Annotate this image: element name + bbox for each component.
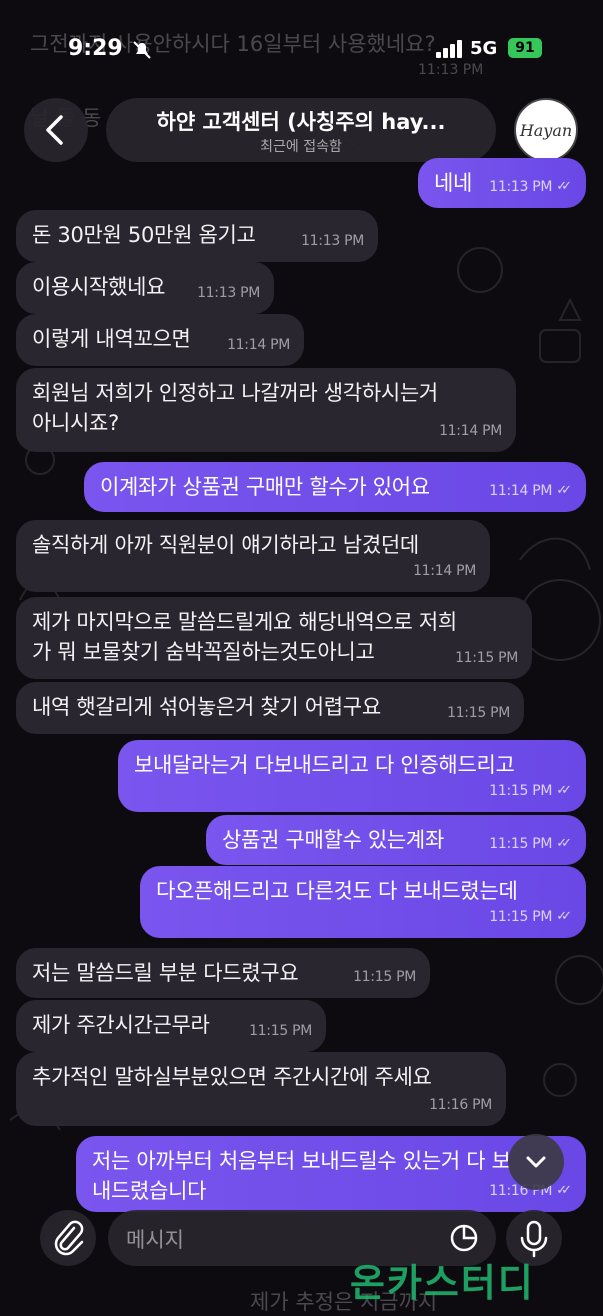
sticker-icon[interactable] <box>448 1222 480 1254</box>
message-bubble-incoming[interactable]: 추가적인 말하실부분있으면 주간시간에 주세요 11:16 PM <box>16 1052 506 1126</box>
paperclip-icon <box>54 1220 84 1256</box>
read-receipt-icon: ✓✓ <box>556 783 572 798</box>
message-bubble-incoming[interactable]: 제가 마지막으로 말씀드릴게요 해당내역으로 저희 가 뭐 보물찾기 숨박꼭질하… <box>16 597 532 679</box>
message-meta: 11:14 PM <box>439 416 502 446</box>
message-time: 11:13 PM <box>197 285 260 301</box>
message-bubble-outgoing[interactable]: 이계좌가 상품권 구매만 할수가 있어요 11:14 PM ✓✓ <box>84 462 586 512</box>
read-receipt-icon: ✓✓ <box>556 836 572 851</box>
read-receipt-icon: ✓✓ <box>556 909 572 924</box>
read-receipt-icon: ✓✓ <box>556 483 572 498</box>
message-bubble-incoming[interactable]: 내역 햇갈리게 섞어놓은거 찾기 어렵구요 11:15 PM <box>16 682 524 734</box>
message-bubble-outgoing[interactable]: 네네 11:13 PM ✓✓ <box>418 158 586 208</box>
message-bubble-outgoing[interactable]: 다오픈해드리고 다른것도 다 보내드렸는데 11:15 PM ✓✓ <box>140 866 586 938</box>
message-meta: 11:13 PM <box>197 278 260 308</box>
message-time: 11:14 PM <box>489 483 553 499</box>
message-meta: 11:15 PM <box>353 962 416 992</box>
message-bubble-incoming[interactable]: 이용시작했네요 11:13 PM <box>16 262 274 314</box>
message-time: 11:14 PM <box>413 563 476 579</box>
message-time: 11:15 PM <box>353 969 416 985</box>
message-time: 11:13 PM <box>301 233 364 249</box>
message-bubble-incoming[interactable]: 저는 말씀드릴 부분 다드렸구요 11:15 PM <box>16 948 430 998</box>
message-meta: 11:15 PM <box>455 643 518 673</box>
message-placeholder: 메시지 <box>126 1228 184 1252</box>
chevron-down-icon <box>526 1156 546 1168</box>
message-time: 11:13 PM <box>489 179 553 195</box>
message-meta: 11:14 PM <box>227 330 290 360</box>
message-time: 11:15 PM <box>489 783 553 799</box>
message-meta: 11:13 PM <box>301 226 364 256</box>
message-bubble-incoming[interactable]: 제가 주간시간근무라 11:15 PM <box>16 1000 326 1052</box>
message-meta: 11:15 PM ✓✓ <box>489 776 572 806</box>
message-list: 네네 11:13 PM ✓✓ 돈 30만원 50만원 옴기고 11:13 PM 이용시작했… <box>0 0 603 1311</box>
message-time: 11:14 PM <box>439 423 502 439</box>
message-time: 11:14 PM <box>227 337 290 353</box>
message-bubble-incoming[interactable]: 회원님 저희가 인정하고 나갈꺼라 생각하시는거 아니시죠? 11:14 PM <box>16 368 516 452</box>
message-time: 11:15 PM <box>455 650 518 666</box>
watermark-logo: 온카스터디 <box>350 1261 535 1305</box>
message-meta: 11:13 PM ✓✓ <box>489 172 572 202</box>
message-time: 11:16 PM <box>429 1097 492 1113</box>
message-bubble-incoming[interactable]: 이렇게 내역꼬으면 11:14 PM <box>16 314 304 366</box>
message-time: 11:15 PM <box>447 705 510 721</box>
scroll-down-button[interactable] <box>508 1134 564 1190</box>
message-meta: 11:16 PM <box>429 1090 492 1120</box>
message-text: 회원님 저희가 인정하고 나갈꺼라 생각하시는거 아니시죠? <box>32 381 438 435</box>
message-meta: 11:15 PM ✓✓ <box>489 902 572 932</box>
message-meta: 11:15 PM ✓✓ <box>489 829 572 859</box>
message-text: 추가적인 말하실부분있으면 주간시간에 주세요 <box>32 1065 432 1089</box>
message-text: 솔직하게 아까 직원분이 얘기하라고 남겼던데 <box>32 533 419 557</box>
message-time: 11:15 PM <box>489 836 553 852</box>
message-time: 11:15 PM <box>249 1023 312 1039</box>
message-time: 11:15 PM <box>489 909 553 925</box>
message-text: 제가 마지막으로 말씀드릴게요 해당내역으로 저희 가 뭐 보물찾기 숨박꼭질하… <box>32 610 457 664</box>
message-meta: 11:14 PM ✓✓ <box>489 476 572 506</box>
attach-button[interactable] <box>40 1210 96 1266</box>
read-receipt-icon: ✓✓ <box>556 179 572 194</box>
message-meta: 11:14 PM <box>413 556 476 586</box>
message-bubble-incoming[interactable]: 돈 30만원 50만원 옴기고 11:13 PM <box>16 210 378 262</box>
message-bubble-outgoing[interactable]: 보내달라는거 다보내드리고 다 인증해드리고 11:15 PM ✓✓ <box>118 740 586 812</box>
message-bubble-incoming[interactable]: 솔직하게 아까 직원분이 얘기하라고 남겼던데 11:14 PM <box>16 520 490 592</box>
message-text: 내역 햇갈리게 섞어놓은거 찾기 어렵구요 <box>32 695 381 719</box>
message-meta: 11:15 PM <box>447 698 510 728</box>
message-bubble-outgoing[interactable]: 상품권 구매할수 있는계좌 11:15 PM ✓✓ <box>206 815 586 865</box>
message-meta: 11:15 PM <box>249 1016 312 1046</box>
